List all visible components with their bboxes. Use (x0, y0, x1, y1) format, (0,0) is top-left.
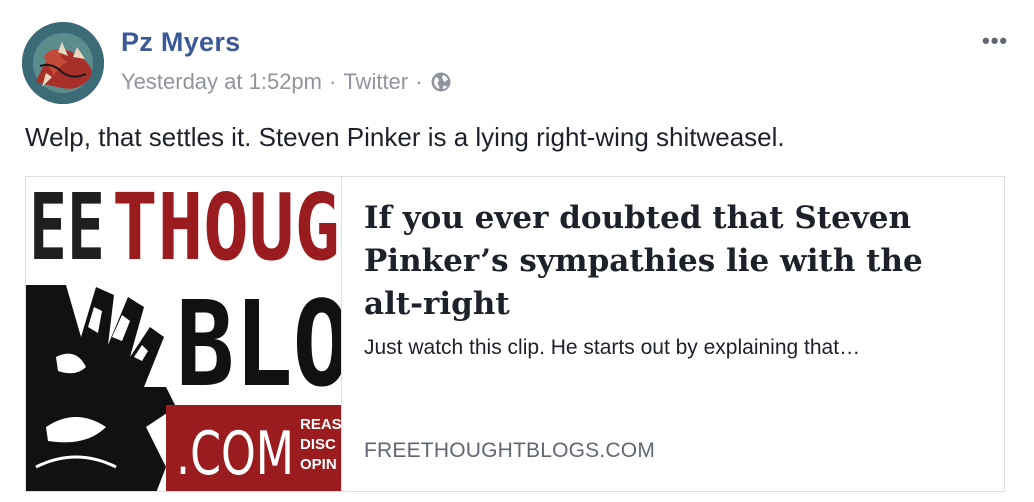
link-title[interactable]: If you ever doubted that Steven Pinker’s… (364, 197, 984, 326)
link-preview-card[interactable]: EE THOUG BLO .COM REAS DISC OPIN If you … (25, 176, 1005, 492)
post-text: Welp, that settles it. Steven Pinker is … (25, 122, 785, 152)
author-avatar[interactable] (22, 22, 104, 104)
link-preview-image[interactable]: EE THOUG BLO .COM REAS DISC OPIN (26, 177, 342, 491)
logo-tagline-1: REAS (300, 416, 341, 433)
logo-tagline-2: DISC (300, 436, 336, 453)
post-timestamp[interactable]: Yesterday at 1:52pm (121, 69, 322, 95)
post-source[interactable]: Twitter (343, 69, 408, 95)
link-preview-body[interactable]: If you ever doubted that Steven Pinker’s… (364, 197, 984, 360)
freethoughtblogs-logo: EE THOUG BLO .COM REAS DISC OPIN (26, 177, 341, 491)
globe-icon (430, 71, 452, 93)
post-meta: Yesterday at 1:52pm · Twitter · (121, 69, 452, 95)
logo-dotcom: .COM (176, 419, 294, 489)
logo-row1-red: THOUG (112, 177, 340, 281)
more-options-icon[interactable]: ••• (982, 28, 1008, 54)
avatar-image (22, 22, 104, 104)
link-description: Just watch this clip. He starts out by e… (364, 336, 861, 359)
author-name[interactable]: Pz Myers (121, 27, 240, 58)
logo-row1-black: EE (29, 177, 105, 281)
meta-separator: · (415, 69, 423, 94)
meta-separator: · (329, 69, 337, 94)
logo-row2: BLO (176, 275, 341, 413)
logo-tagline-3: OPIN (300, 456, 337, 473)
link-domain: FREETHOUGHTBLOGS.COM (364, 439, 656, 462)
hand-icon (26, 285, 176, 491)
